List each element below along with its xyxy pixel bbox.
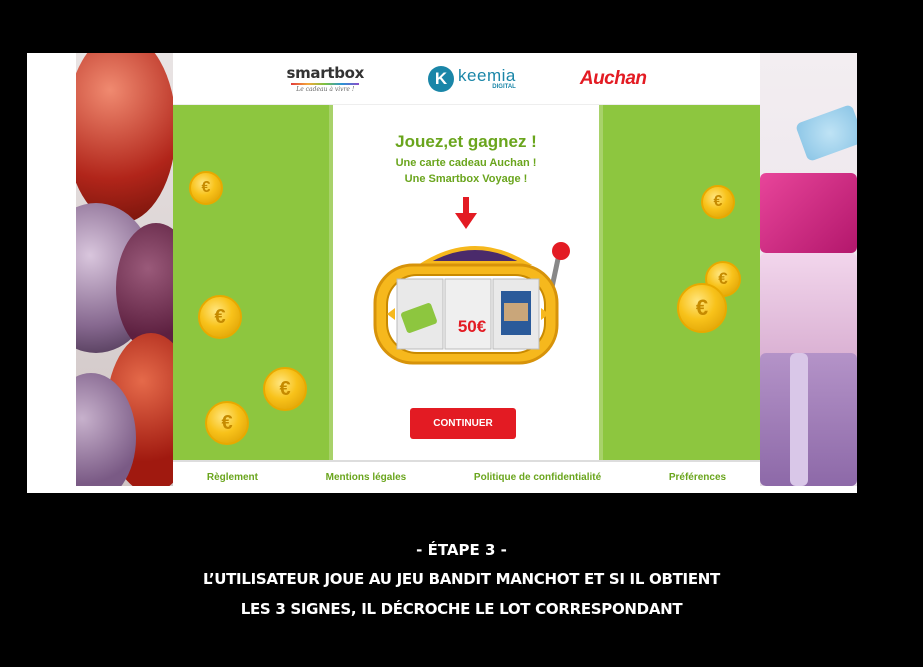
gifts-photo [760, 53, 857, 486]
euro-coin-icon: € [677, 283, 727, 333]
prize-line-2: Une Smartbox Voyage ! [404, 173, 528, 185]
euro-coin-icon: € [263, 367, 307, 411]
euro-coin-icon: € [205, 401, 249, 445]
screenshot-frame: smartbox Le cadeau à vivre ! K keemia DI… [27, 53, 857, 493]
prize-line-1: Une carte cadeau Auchan ! [395, 157, 537, 169]
footer-link-reglement[interactable]: Règlement [207, 472, 258, 483]
game-card: Jouez,et gagnez ! Une carte cadeau Aucha… [329, 105, 603, 460]
smartbox-logo: smartbox Le cadeau à vivre ! [286, 64, 365, 93]
euro-coin-icon: € [198, 295, 242, 339]
partner-logos: smartbox Le cadeau à vivre ! K keemia DI… [173, 53, 760, 105]
left-green-panel: € € € € [173, 105, 329, 460]
slot-machine-icon[interactable] [365, 235, 585, 375]
footer-link-preferences[interactable]: Préférences [669, 472, 726, 483]
keemia-logo: K keemia DIGITAL [428, 65, 516, 92]
auchan-logo: Auchan [579, 67, 647, 89]
continue-button[interactable]: CONTINUER [410, 408, 516, 439]
footer-link-mentions[interactable]: Mentions légales [326, 472, 407, 483]
step-caption: - ÉTAPE 3 - [416, 541, 507, 559]
euro-coin-icon: € [701, 185, 735, 219]
down-arrow-icon [455, 197, 477, 229]
euro-coin-icon: € [189, 171, 223, 205]
reel-value: 50€ [457, 317, 487, 336]
caption-line-2: LES 3 SIGNES, IL DÉCROCHE LE LOT CORRESP… [240, 600, 683, 618]
game-page: smartbox Le cadeau à vivre ! K keemia DI… [173, 53, 760, 493]
caption-line-1: L’UTILISATEUR JOUE AU JEU BANDIT MANCHOT… [203, 570, 720, 588]
footer-link-privacy[interactable]: Politique de confidentialité [474, 472, 601, 483]
footer-links: Règlement Mentions légales Politique de … [173, 460, 760, 493]
right-green-panel: € € € [603, 105, 760, 460]
game-title: Jouez,et gagnez ! [395, 132, 537, 151]
balloons-photo [76, 53, 174, 486]
